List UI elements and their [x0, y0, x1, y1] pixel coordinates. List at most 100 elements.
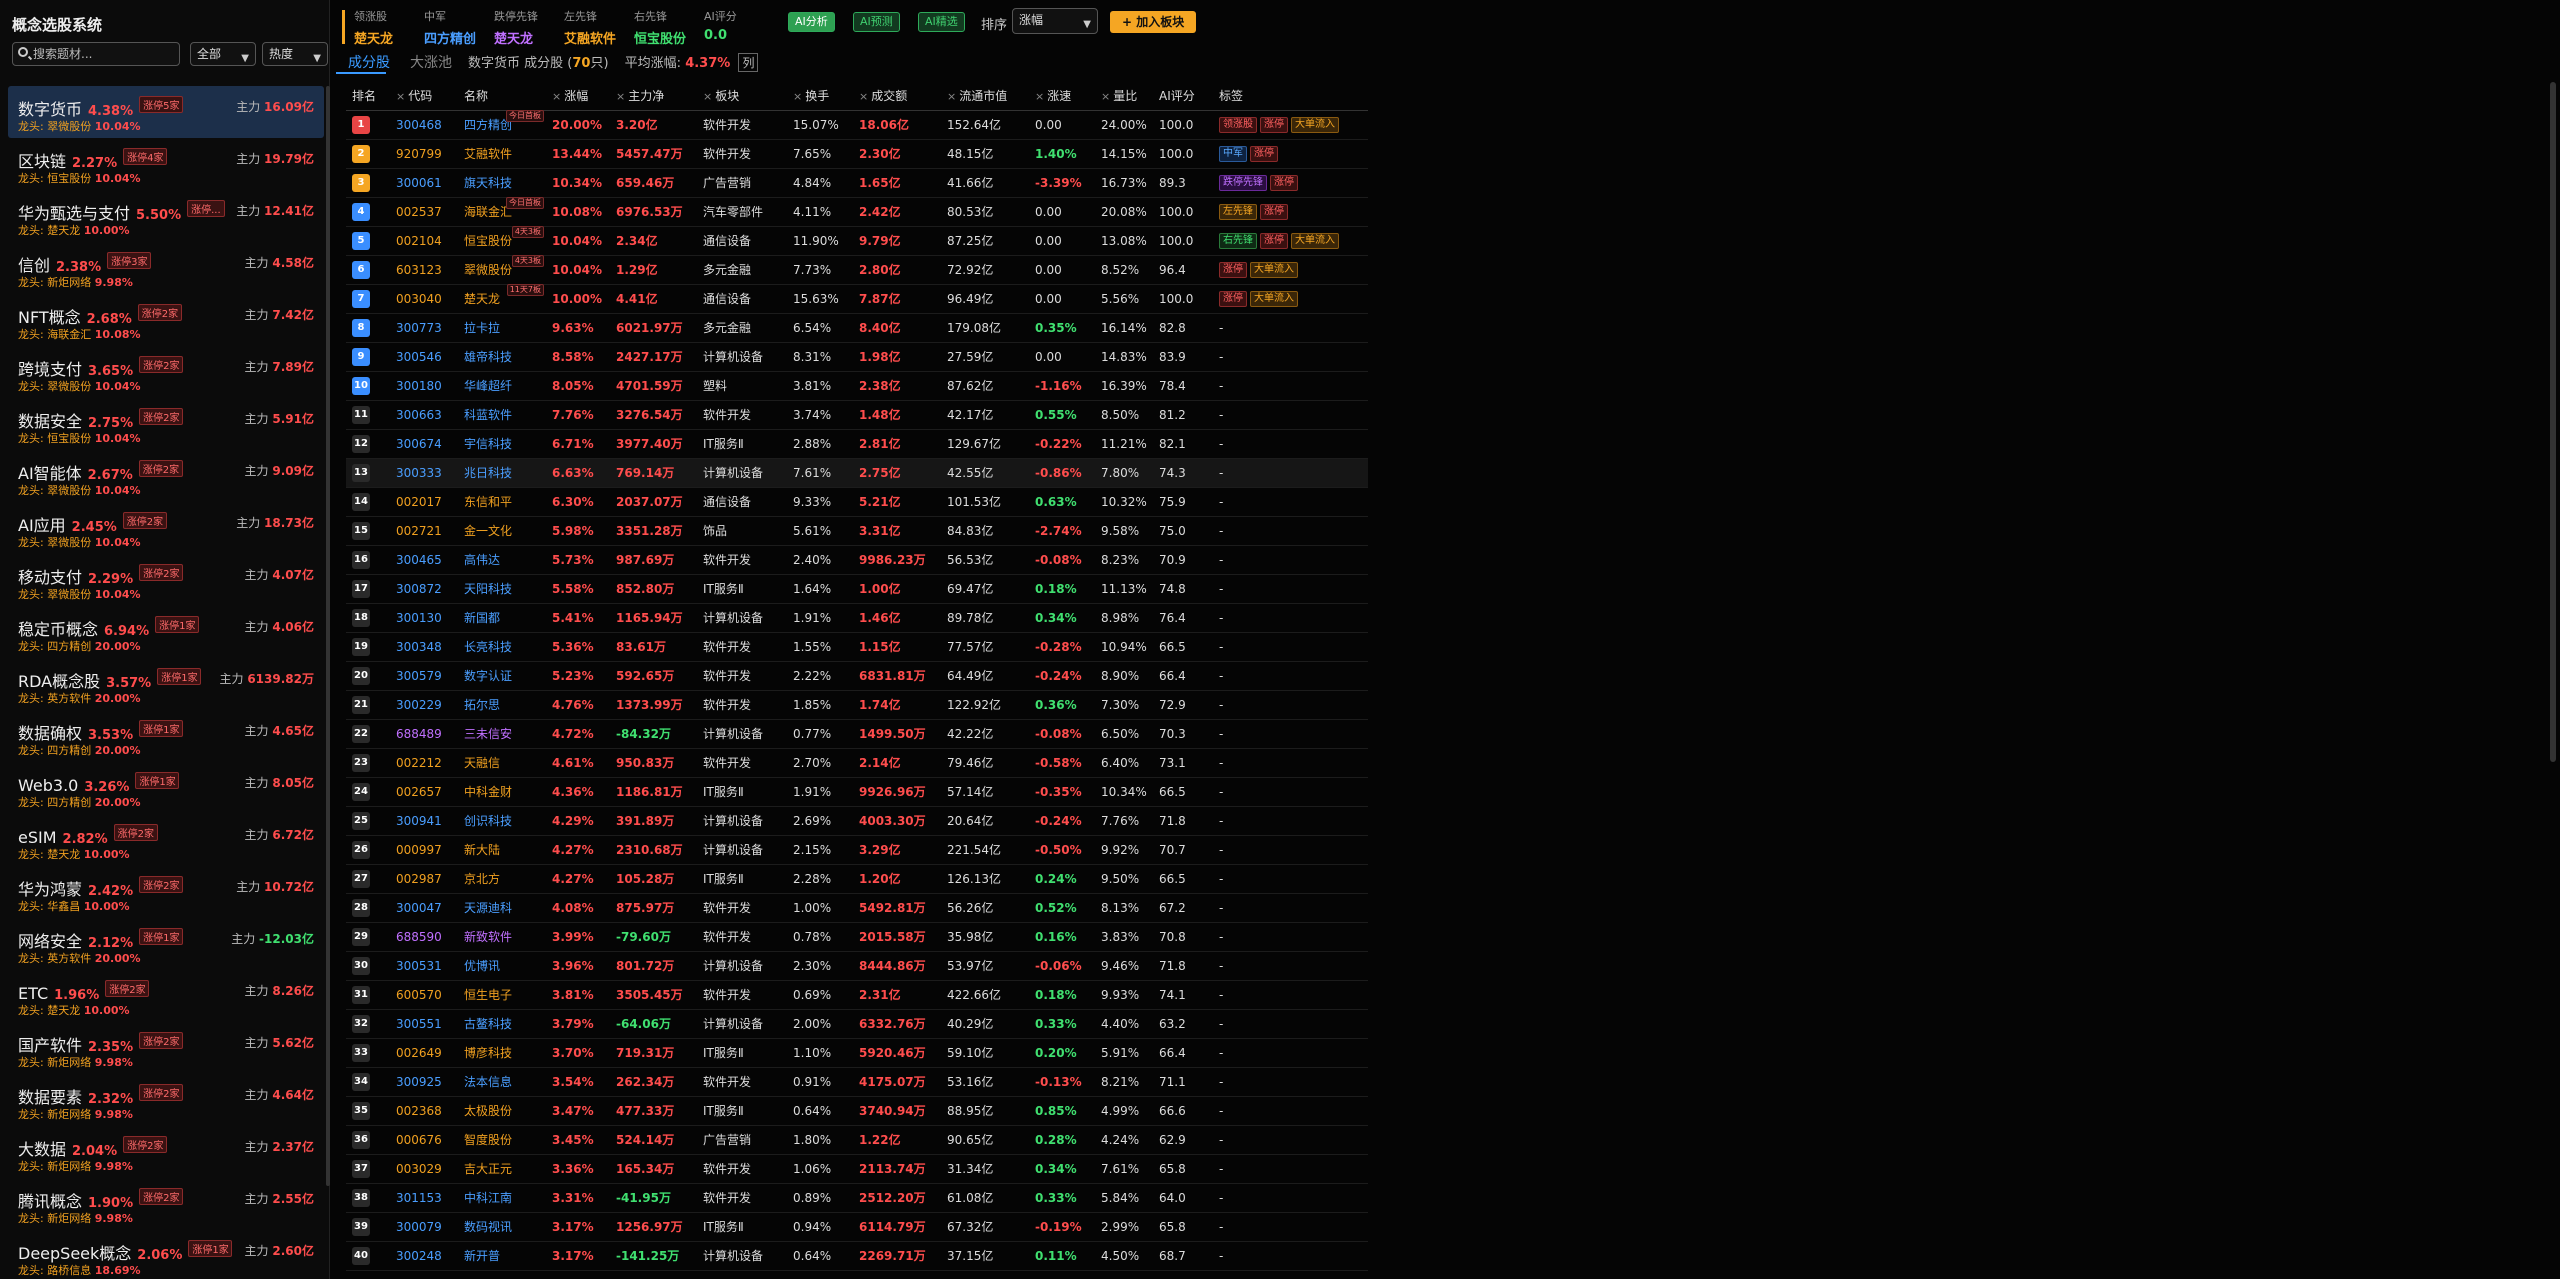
concept-item[interactable]: 国产软件 2.35% 涨停2家 主力 5.62亿 龙头: 新炬网络 9.98% — [8, 1022, 324, 1074]
stock-code[interactable]: 301153 — [396, 1191, 442, 1205]
stock-name[interactable]: 兆日科技 — [464, 466, 512, 480]
table-row[interactable]: 36 000676 智度股份 3.45% 524.14万 广告营销 1.80% 1.22亿 90… — [346, 1125, 1368, 1155]
concept-search-input[interactable]: 搜索题材... — [12, 42, 180, 66]
columns-button[interactable]: 列 — [738, 53, 759, 72]
concept-item[interactable]: NFT概念 2.68% 涨停2家 主力 7.42亿 龙头: 海联金汇 10.08% — [8, 294, 324, 346]
column-header[interactable]: 名称 — [458, 82, 546, 111]
tab-surge-pool[interactable]: 大涨池 — [410, 52, 452, 72]
stock-name[interactable]: 四方精创 — [464, 118, 512, 132]
table-row[interactable]: 38 301153 中科江南 3.31% -41.95万 软件开发 0.89% 2512.20… — [346, 1183, 1368, 1213]
concept-item[interactable]: 华为鸿蒙 2.42% 涨停2家 主力 10.72亿 龙头: 华鑫昌 10.00% — [8, 866, 324, 918]
stock-code[interactable]: 688590 — [396, 930, 442, 944]
table-row[interactable]: 8 300773 拉卡拉 9.63% 6021.97万 多元金融 6.54% 8.40亿 179… — [346, 313, 1368, 343]
stock-name[interactable]: 新国都 — [464, 611, 500, 625]
stock-code[interactable]: 002721 — [396, 524, 442, 538]
stock-code[interactable]: 300663 — [396, 408, 442, 422]
stock-code[interactable]: 003040 — [396, 292, 442, 306]
stock-code[interactable]: 603123 — [396, 263, 442, 277]
stock-name[interactable]: 天融信 — [464, 756, 500, 770]
stock-name[interactable]: 艾融软件 — [464, 147, 512, 161]
concept-item[interactable]: 移动支付 2.29% 涨停2家 主力 4.07亿 龙头: 翠微股份 10.04% — [8, 554, 324, 606]
stock-name[interactable]: 太极股份 — [464, 1104, 512, 1118]
column-header[interactable]: 排名 — [346, 82, 390, 111]
stock-code[interactable]: 300130 — [396, 611, 442, 625]
ai-predict-button[interactable]: AI预测 — [853, 12, 900, 32]
concept-item[interactable]: RDA概念股 3.57% 涨停1家 主力 6139.82万 龙头: 英方软件 20.00… — [8, 658, 324, 710]
table-row[interactable]: 17 300872 天阳科技 5.58% 852.80万 IT服务Ⅱ 1.64% 1.00亿 6… — [346, 574, 1368, 604]
stock-name[interactable]: 新致软件 — [464, 930, 512, 944]
table-row[interactable]: 22 688489 三未信安 4.72% -84.32万 计算机设备 0.77% 1499.5… — [346, 719, 1368, 749]
stock-code[interactable]: 000997 — [396, 843, 442, 857]
table-row[interactable]: 11 300663 科蓝软件 7.76% 3276.54万 软件开发 3.74% 1.48亿 4… — [346, 400, 1368, 430]
stock-code[interactable]: 920799 — [396, 147, 442, 161]
stock-code[interactable]: 300465 — [396, 553, 442, 567]
stock-code[interactable]: 002017 — [396, 495, 442, 509]
stock-name[interactable]: 东信和平 — [464, 495, 512, 509]
stock-name[interactable]: 创识科技 — [464, 814, 512, 828]
concept-item[interactable]: 华为甄选与支付 5.50% 涨停... 主力 12.41亿 龙头: 楚天龙 10.00% — [8, 190, 324, 242]
table-row[interactable]: 30 300531 优博讯 3.96% 801.72万 计算机设备 2.30% 8444.86… — [346, 951, 1368, 981]
table-row[interactable]: 1 300468 四方精创 今日首板 20.00% 3.20亿 软件开发 15.07% 18.0… — [346, 109, 1368, 140]
column-header[interactable]: × 涨幅 — [546, 82, 610, 111]
stock-name[interactable]: 雄帝科技 — [464, 350, 512, 364]
concept-item[interactable]: eSIM 2.82% 涨停2家 主力 6.72亿 龙头: 楚天龙 10.00% — [8, 814, 324, 866]
column-header[interactable]: × 成交额 — [853, 82, 941, 111]
stock-code[interactable]: 003029 — [396, 1162, 442, 1176]
stock-code[interactable]: 002657 — [396, 785, 442, 799]
stock-code[interactable]: 300229 — [396, 698, 442, 712]
column-header[interactable]: × 量比 — [1095, 82, 1153, 111]
concept-item[interactable]: 数字货币 4.38% 涨停5家 主力 16.09亿 龙头: 翠微股份 10.04% — [8, 86, 324, 138]
concept-item[interactable]: 信创 2.38% 涨停3家 主力 4.58亿 龙头: 新炬网络 9.98% — [8, 242, 324, 294]
stock-code[interactable]: 002987 — [396, 872, 442, 886]
stock-name[interactable]: 翠微股份 — [464, 263, 512, 277]
stock-name[interactable]: 科蓝软件 — [464, 408, 512, 422]
table-row[interactable]: 12 300674 宇信科技 6.71% 3977.40万 IT服务Ⅱ 2.88% 2.81亿… — [346, 429, 1368, 459]
concept-item[interactable]: 数据确权 3.53% 涨停1家 主力 4.65亿 龙头: 四方精创 20.00% — [8, 710, 324, 762]
table-row[interactable]: 37 003029 吉大正元 3.36% 165.34万 软件开发 1.06% 2113.74… — [346, 1154, 1368, 1184]
table-row[interactable]: 35 002368 太极股份 3.47% 477.33万 IT服务Ⅱ 0.64% 3740.9… — [346, 1096, 1368, 1126]
stock-name[interactable]: 吉大正元 — [464, 1162, 512, 1176]
table-row[interactable]: 27 002987 京北方 4.27% 105.28万 IT服务Ⅱ 2.28% 1.20亿 12… — [346, 864, 1368, 894]
table-row[interactable]: 16 300465 高伟达 5.73% 987.69万 软件开发 2.40% 9986.23万… — [346, 545, 1368, 575]
table-row[interactable]: 6 603123 翠微股份 4天3板 10.04% 1.29亿 多元金融 7.73% 2.80亿… — [346, 254, 1368, 285]
stock-code[interactable]: 300674 — [396, 437, 442, 451]
ai-analysis-button[interactable]: AI分析 — [788, 12, 835, 32]
table-row[interactable]: 40 300248 新开普 3.17% -141.25万 计算机设备 0.64% 2269.7… — [346, 1241, 1368, 1271]
table-scrollbar[interactable] — [2550, 82, 2556, 762]
stock-name[interactable]: 高伟达 — [464, 553, 500, 567]
table-row[interactable]: 25 300941 创识科技 4.29% 391.89万 计算机设备 2.69% 4003.3… — [346, 806, 1368, 836]
stock-name[interactable]: 新大陆 — [464, 843, 500, 857]
stock-name[interactable]: 拓尔思 — [464, 698, 500, 712]
concept-item[interactable]: ETC 1.96% 涨停2家 主力 8.26亿 龙头: 楚天龙 10.00% — [8, 970, 324, 1022]
stock-name[interactable]: 法本信息 — [464, 1075, 512, 1089]
table-row[interactable]: 13 300333 兆日科技 6.63% 769.14万 计算机设备 7.61% 2.75亿 4… — [346, 458, 1368, 488]
ai-pick-button[interactable]: AI精选 — [918, 12, 965, 32]
stock-name[interactable]: 海联金汇 — [464, 205, 512, 219]
column-header[interactable]: × 流通市值 — [941, 82, 1029, 111]
stock-name[interactable]: 宇信科技 — [464, 437, 512, 451]
stock-name[interactable]: 旗天科技 — [464, 176, 512, 190]
table-row[interactable]: 20 300579 数字认证 5.23% 592.65万 软件开发 2.22% 6831.81… — [346, 661, 1368, 691]
table-row[interactable]: 26 000997 新大陆 4.27% 2310.68万 计算机设备 2.15% 3.29亿 2… — [346, 835, 1368, 865]
table-row[interactable]: 28 300047 天源迪科 4.08% 875.97万 软件开发 1.00% 5492.81… — [346, 893, 1368, 923]
stock-name[interactable]: 拉卡拉 — [464, 321, 500, 335]
sort-select[interactable]: 涨幅 ▼ — [1012, 8, 1098, 34]
stock-code[interactable]: 300773 — [396, 321, 442, 335]
concept-item[interactable]: DeepSeek概念 2.06% 涨停1家 主力 2.60亿 龙头: 路桥信息 18.6… — [8, 1230, 324, 1279]
concept-item[interactable]: 区块链 2.27% 涨停4家 主力 19.79亿 龙头: 恒宝股份 10.04% — [8, 138, 324, 190]
stock-name[interactable]: 中科江南 — [464, 1191, 512, 1205]
table-row[interactable]: 14 002017 东信和平 6.30% 2037.07万 通信设备 9.33% 5.21亿 1… — [346, 487, 1368, 517]
column-header[interactable]: × 板块 — [697, 82, 787, 111]
concept-item[interactable]: 数据要素 2.32% 涨停2家 主力 4.64亿 龙头: 新炬网络 9.98% — [8, 1074, 324, 1126]
concept-item[interactable]: 稳定币概念 6.94% 涨停1家 主力 4.06亿 龙头: 四方精创 20.00% — [8, 606, 324, 658]
table-row[interactable]: 5 002104 恒宝股份 4天3板 10.04% 2.34亿 通信设备 11.90% 9.79… — [346, 225, 1368, 256]
column-header[interactable]: 标签 — [1213, 82, 1368, 111]
stock-name[interactable]: 新开普 — [464, 1249, 500, 1263]
stock-code[interactable]: 300348 — [396, 640, 442, 654]
stock-code[interactable]: 300333 — [396, 466, 442, 480]
stock-code[interactable]: 002212 — [396, 756, 442, 770]
stock-code[interactable]: 300551 — [396, 1017, 442, 1031]
stock-code[interactable]: 300941 — [396, 814, 442, 828]
stock-code[interactable]: 300248 — [396, 1249, 442, 1263]
concept-item[interactable]: AI智能体 2.67% 涨停2家 主力 9.09亿 龙头: 翠微股份 10.04% — [8, 450, 324, 502]
